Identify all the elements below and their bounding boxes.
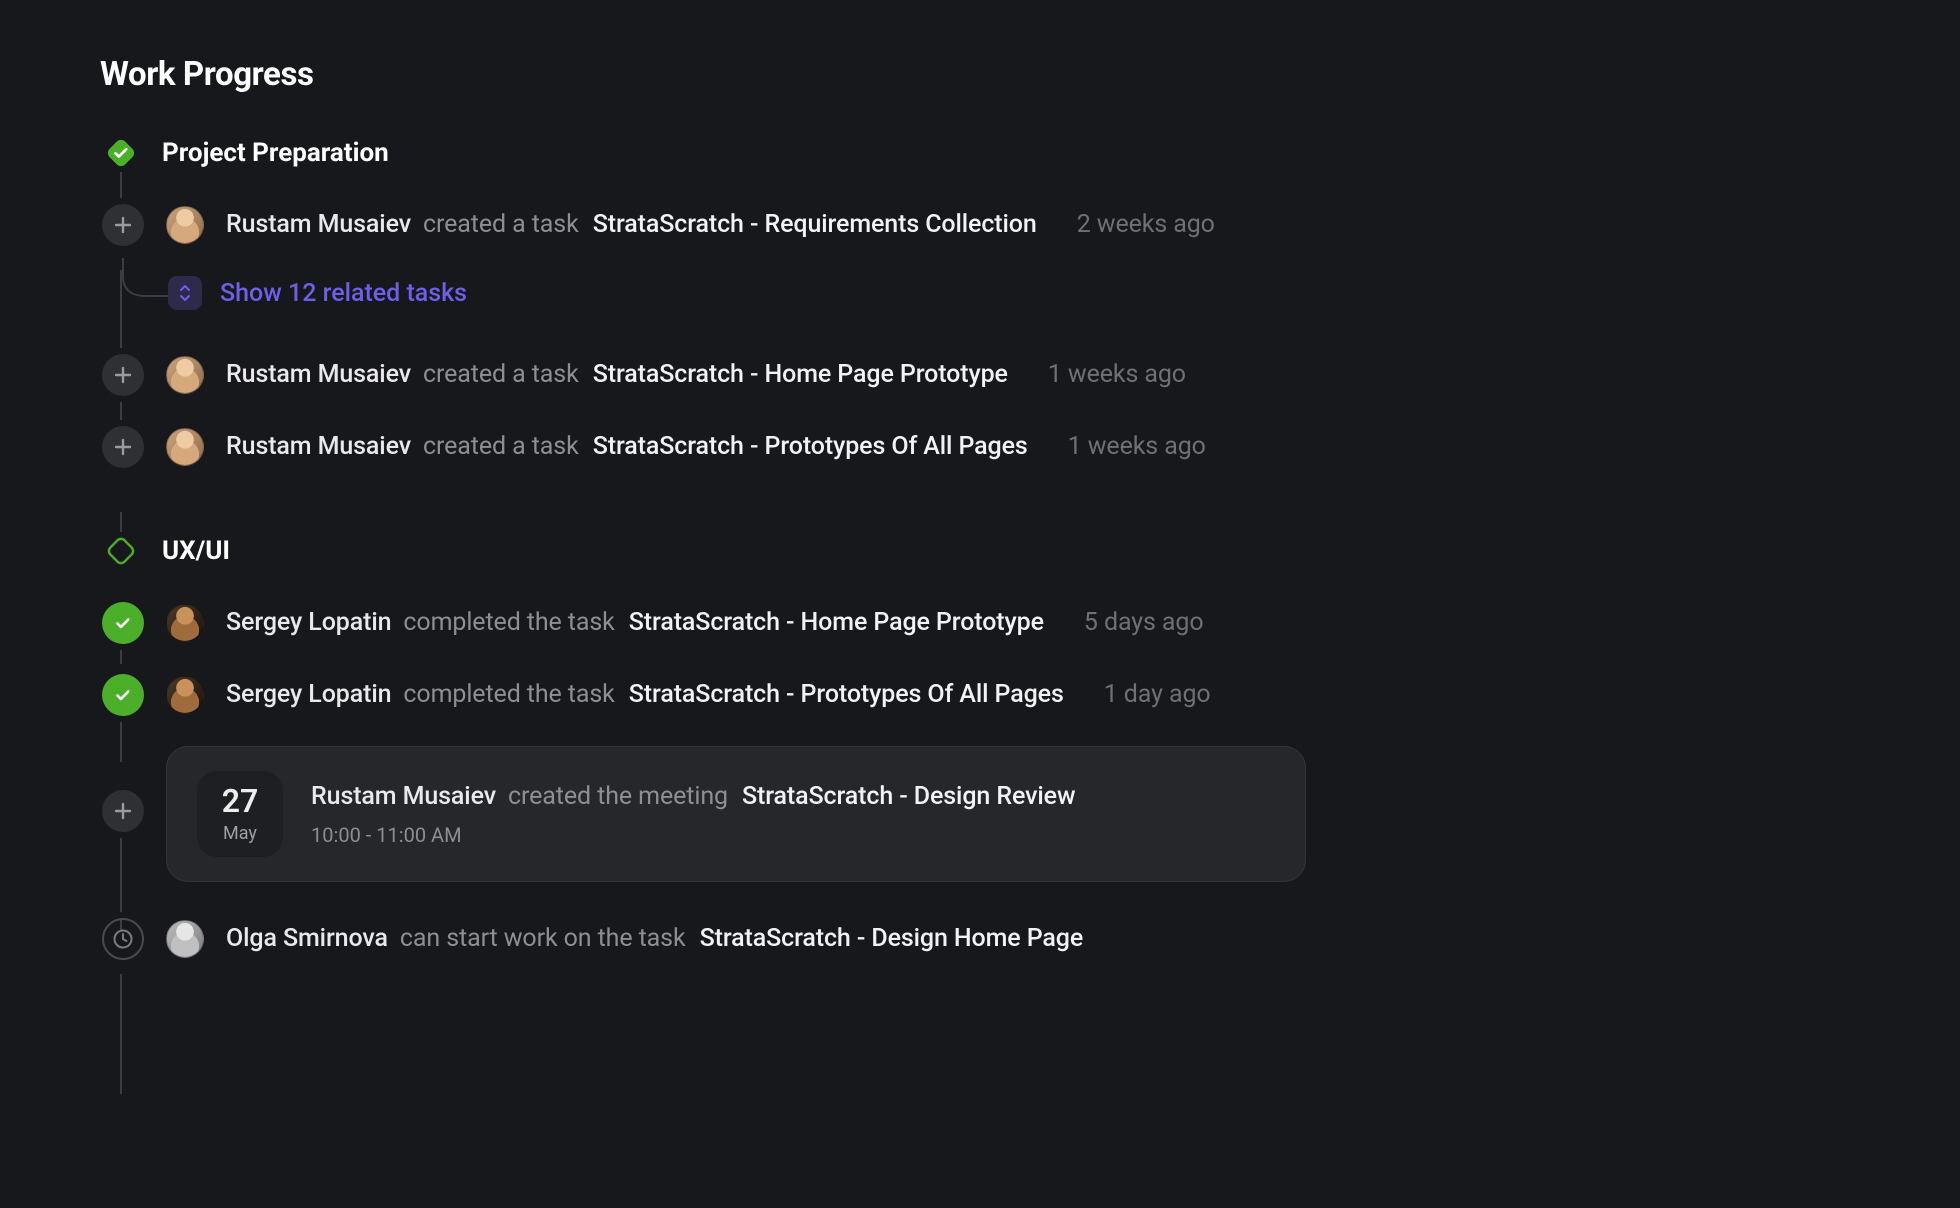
event-time: 1 weeks ago [1048, 359, 1186, 392]
plus-icon [102, 354, 144, 396]
check-icon [102, 674, 144, 716]
event-verb: completed the task [403, 679, 614, 712]
plus-icon [102, 790, 144, 832]
milestone-pending-icon [102, 532, 140, 570]
work-progress-timeline: Project Preparation Rustam Musaiev creat… [100, 134, 1860, 960]
meeting-date-month: May [223, 823, 257, 844]
avatar [166, 920, 204, 958]
meeting-time-range: 10:00 - 11:00 AM [311, 823, 1075, 847]
page-title: Work Progress [100, 55, 1860, 94]
event-verb: completed the task [403, 607, 614, 640]
meeting-card[interactable]: 27 May Rustam Musaiev created the meetin… [166, 746, 1306, 882]
show-related-tasks[interactable]: Show 12 related tasks [102, 276, 1860, 310]
avatar [166, 428, 204, 466]
event-time: 1 day ago [1104, 679, 1211, 712]
timeline-event[interactable]: Rustam Musaiev created a task StrataScra… [102, 204, 1860, 246]
event-actor: Olga Smirnova [226, 923, 388, 956]
milestone-label: Project Preparation [162, 138, 389, 168]
event-actor: Rustam Musaiev [226, 359, 411, 392]
meeting-date-day: 27 [222, 785, 259, 817]
clock-icon [102, 918, 144, 960]
milestone-ux-ui: UX/UI [102, 532, 1860, 570]
timeline-meeting-event[interactable]: 27 May Rustam Musaiev created the meetin… [102, 746, 1860, 882]
event-verb: created a task [423, 359, 579, 392]
event-verb: created a task [423, 431, 579, 464]
avatar [166, 206, 204, 244]
event-object: StrataScratch - Prototypes Of All Pages [593, 431, 1028, 464]
check-icon [102, 602, 144, 644]
milestone-done-icon [102, 134, 140, 172]
event-object: StrataScratch - Home Page Prototype [593, 359, 1008, 392]
avatar [166, 676, 204, 714]
event-verb: created a task [423, 209, 579, 242]
event-actor: Rustam Musaiev [226, 209, 411, 242]
event-object: StrataScratch - Requirements Collection [593, 209, 1037, 242]
event-verb: can start work on the task [400, 923, 686, 956]
event-object: StrataScratch - Design Home Page [700, 923, 1084, 956]
event-actor: Rustam Musaiev [311, 781, 496, 814]
event-object: StrataScratch - Design Review [742, 781, 1075, 814]
event-verb: created the meeting [508, 781, 728, 814]
plus-icon [102, 426, 144, 468]
timeline-event[interactable]: Rustam Musaiev created a task StrataScra… [102, 354, 1860, 396]
milestone-project-preparation: Project Preparation [102, 134, 1860, 172]
meeting-date: 27 May [197, 771, 283, 857]
avatar [166, 356, 204, 394]
timeline-event[interactable]: Sergey Lopatin completed the task Strata… [102, 674, 1860, 716]
related-tasks-label: Show 12 related tasks [220, 279, 467, 308]
event-object: StrataScratch - Prototypes Of All Pages [629, 679, 1064, 712]
event-actor: Sergey Lopatin [226, 679, 391, 712]
event-time: 1 weeks ago [1068, 431, 1206, 464]
plus-icon [102, 204, 144, 246]
event-actor: Sergey Lopatin [226, 607, 391, 640]
timeline-event[interactable]: Rustam Musaiev created a task StrataScra… [102, 426, 1860, 468]
expand-collapse-icon [168, 276, 202, 310]
avatar [166, 604, 204, 642]
event-time: 5 days ago [1084, 607, 1204, 640]
timeline-event[interactable]: Olga Smirnova can start work on the task… [102, 918, 1860, 960]
event-actor: Rustam Musaiev [226, 431, 411, 464]
timeline-event[interactable]: Sergey Lopatin completed the task Strata… [102, 602, 1860, 644]
event-object: StrataScratch - Home Page Prototype [629, 607, 1044, 640]
event-time: 2 weeks ago [1077, 209, 1215, 242]
milestone-label: UX/UI [162, 536, 230, 566]
